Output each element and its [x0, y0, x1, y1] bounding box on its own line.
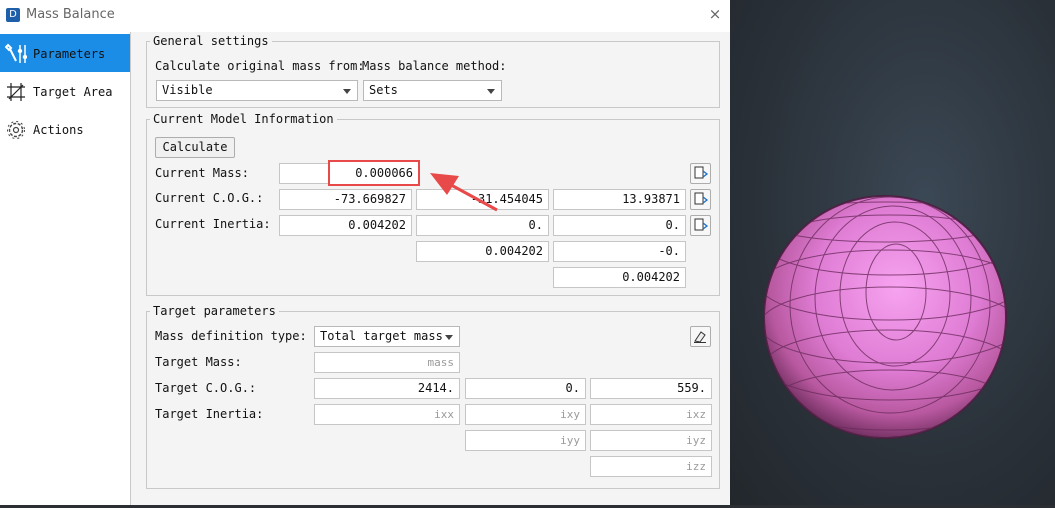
target-grid-icon	[7, 83, 25, 101]
sidebar-item-label: Actions	[33, 123, 84, 137]
general-settings-group: General settings Calculate original mass…	[146, 34, 720, 108]
current-inertia-ixy[interactable]: 0.	[416, 215, 549, 236]
target-cog-z[interactable]: 559.	[590, 378, 712, 399]
mass-balance-dialog: D Mass Balance × Parameters Target Area	[0, 0, 730, 505]
current-cog-label: Current C.O.G.:	[155, 191, 264, 205]
copy-icon	[694, 166, 709, 179]
copy-icon	[694, 218, 709, 231]
target-cog-x[interactable]: 2414.	[314, 378, 460, 399]
select-value: Visible	[162, 83, 213, 97]
current-inertia-ixx[interactable]: 0.004202	[279, 215, 412, 236]
current-model-group: Current Model Information Calculate Curr…	[146, 112, 720, 296]
clear-target-button[interactable]	[690, 326, 711, 347]
close-icon[interactable]: ×	[706, 5, 724, 25]
calculate-button[interactable]: Calculate	[155, 137, 235, 158]
target-inertia-izz[interactable]: izz	[590, 456, 712, 477]
copy-mass-button[interactable]	[690, 163, 711, 184]
wrench-sliders-icon	[5, 43, 27, 63]
sidebar-item-target-area[interactable]: Target Area	[0, 72, 130, 110]
target-inertia-iyy[interactable]: iyy	[465, 430, 586, 451]
eraser-icon	[694, 331, 706, 343]
gear-icon	[7, 121, 25, 139]
sidebar-item-label: Target Area	[33, 85, 113, 99]
chevron-down-icon	[487, 89, 495, 94]
target-inertia-iyz[interactable]: iyz	[590, 430, 712, 451]
calc-original-mass-select[interactable]: Visible	[156, 80, 358, 101]
current-cog-z[interactable]: 13.93871	[553, 189, 686, 210]
current-inertia-ixz[interactable]: 0.	[553, 215, 686, 236]
group-title: Current Model Information	[150, 112, 337, 126]
current-cog-x[interactable]: -73.669827	[279, 189, 412, 210]
window-title: Mass Balance	[26, 7, 115, 22]
target-cog-y[interactable]: 0.	[465, 378, 586, 399]
mass-definition-type-select[interactable]: Total target mass	[314, 326, 460, 347]
current-mass-field-left[interactable]	[279, 163, 329, 184]
current-mass-field[interactable]: 0.000066	[328, 160, 420, 186]
sphere-model[interactable]	[730, 0, 1055, 505]
target-inertia-ixz[interactable]: ixz	[590, 404, 712, 425]
parameters-panel: General settings Calculate original mass…	[131, 32, 730, 505]
current-inertia-iyz[interactable]: -0.	[553, 241, 686, 262]
target-inertia-ixx[interactable]: ixx	[314, 404, 460, 425]
chevron-down-icon	[343, 89, 351, 94]
copy-inertia-button[interactable]	[690, 215, 711, 236]
sidebar: Parameters Target Area Actions	[0, 32, 131, 505]
mass-balance-method-label: Mass balance method:	[362, 59, 507, 73]
select-value: Total target mass	[320, 329, 443, 343]
current-inertia-label: Current Inertia:	[155, 217, 271, 231]
sidebar-item-actions[interactable]: Actions	[0, 110, 130, 148]
select-value: Sets	[369, 83, 398, 97]
mass-definition-type-label: Mass definition type:	[155, 329, 307, 343]
copy-icon	[694, 192, 709, 205]
target-inertia-label: Target Inertia:	[155, 407, 264, 421]
sidebar-item-label: Parameters	[33, 47, 106, 61]
group-title: Target parameters	[150, 304, 279, 318]
target-mass-label: Target Mass:	[155, 355, 242, 369]
3d-viewport[interactable]	[730, 0, 1055, 505]
copy-cog-button[interactable]	[690, 189, 711, 210]
target-inertia-ixy[interactable]: ixy	[465, 404, 586, 425]
calc-original-mass-label: Calculate original mass from:	[155, 59, 365, 73]
mass-balance-method-select[interactable]: Sets	[363, 80, 502, 101]
sidebar-item-parameters[interactable]: Parameters	[0, 34, 130, 72]
current-inertia-iyy[interactable]: 0.004202	[416, 241, 549, 262]
group-title: General settings	[150, 34, 272, 48]
logo-icon: D	[6, 8, 20, 22]
chevron-down-icon	[445, 335, 453, 340]
target-mass-input[interactable]: mass	[314, 352, 460, 373]
target-parameters-group: Target parameters Mass definition type: …	[146, 304, 720, 489]
title-bar: D Mass Balance ×	[0, 0, 730, 32]
current-mass-label: Current Mass:	[155, 166, 249, 180]
current-inertia-izz[interactable]: 0.004202	[553, 267, 686, 288]
current-cog-y[interactable]: -31.454045	[416, 189, 549, 210]
target-cog-label: Target C.O.G.:	[155, 381, 257, 395]
